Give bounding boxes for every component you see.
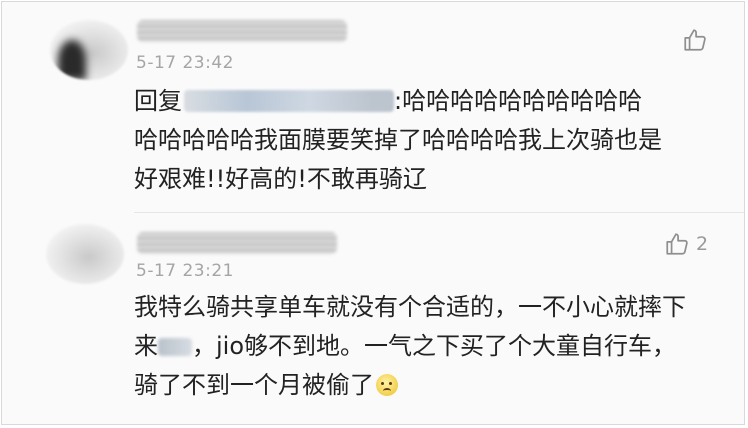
blurred-text [158, 338, 192, 356]
thumbs-up-icon [664, 231, 690, 257]
comment-card: 5-17 23:42 回复:哈哈哈哈哈哈哈哈哈哈 哈哈哈哈哈我面膜要笑掉了哈哈哈… [1, 1, 745, 425]
avatar[interactable] [50, 20, 128, 80]
thumbs-up-icon [682, 27, 708, 53]
comment-line-text: 哈哈哈哈哈哈哈哈哈哈 [402, 87, 643, 115]
reply-prefix: 回复 [134, 87, 182, 115]
comment-line-3: 好艰难!!好高的!不敢再骑辽 [134, 165, 427, 193]
comment-line-text: ，jio够不到地。一气之下买了个大童自行车， [192, 332, 677, 360]
reply-colon: : [394, 87, 403, 115]
comment-line-1: 回复:哈哈哈哈哈哈哈哈哈哈 [134, 82, 714, 121]
avatar[interactable] [46, 224, 124, 284]
username-blurred[interactable] [137, 20, 347, 42]
comment-text: 我特么骑共享单车就没有个合适的，一不小心就摔下 来 ，jio够不到地。一气之下买了… [134, 288, 714, 405]
username-blurred[interactable] [137, 232, 337, 254]
worried-face-emoji-icon [376, 374, 398, 396]
comment-text: 回复:哈哈哈哈哈哈哈哈哈哈 哈哈哈哈哈我面膜要笑掉了哈哈哈哈我上次骑也是 好艰难… [134, 82, 714, 199]
comment-timestamp: 5-17 23:21 [136, 261, 234, 281]
comment-line-1: 我特么骑共享单车就没有个合适的，一不小心就摔下 [134, 293, 686, 321]
like-count: 2 [696, 233, 709, 255]
comment-timestamp: 5-17 23:42 [136, 53, 234, 73]
comment-line-text: 骑了不到一个月被偷了 [134, 371, 374, 399]
comment-divider [134, 212, 744, 213]
reply-username-blurred[interactable] [184, 90, 394, 112]
like-button[interactable]: 2 [664, 231, 708, 257]
comment-line-3: 骑了不到一个月被偷了 [134, 366, 714, 405]
comment-line-2: 哈哈哈哈哈我面膜要笑掉了哈哈哈哈我上次骑也是 [134, 126, 662, 154]
comment-line-text: 来 [134, 332, 158, 360]
comment-line-2: 来 ，jio够不到地。一气之下买了个大童自行车， [134, 327, 714, 366]
like-button[interactable] [682, 27, 714, 53]
